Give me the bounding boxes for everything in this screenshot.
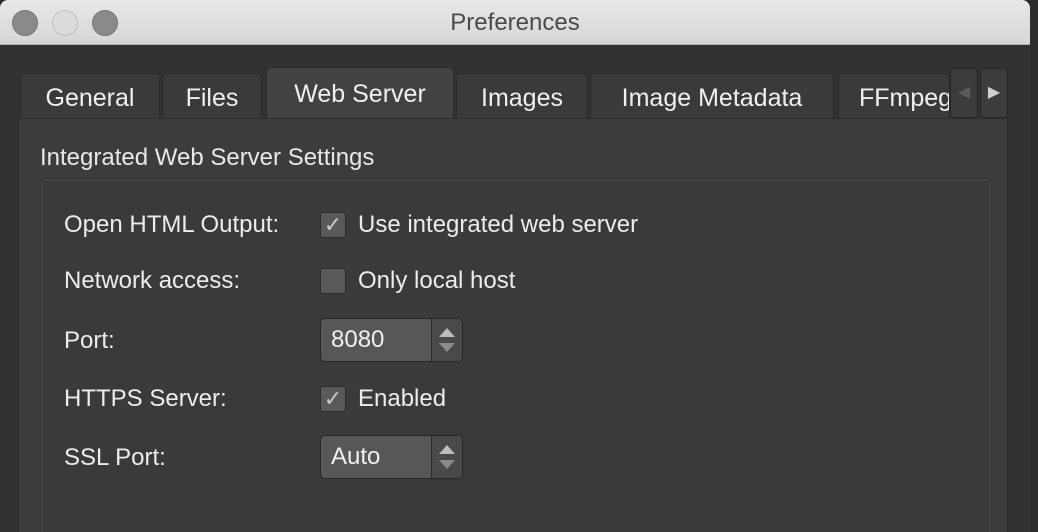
https-server-label: HTTPS Server: <box>64 385 227 412</box>
tab-ffmpeg[interactable]: FFmpeg <box>838 73 950 118</box>
arrow-down-icon[interactable] <box>439 343 455 352</box>
port-label: Port: <box>64 327 115 354</box>
tab-web-server[interactable]: Web Server <box>266 67 454 118</box>
only-local-host-checkbox[interactable] <box>320 268 346 294</box>
arrow-up-icon[interactable] <box>439 328 455 337</box>
use-integrated-server-checkbox[interactable]: ✓ <box>320 212 346 238</box>
tab-general[interactable]: General <box>20 73 160 118</box>
chevron-right-icon: ▶ <box>987 84 1001 101</box>
port-spinbox[interactable]: 8080 <box>320 318 463 362</box>
arrow-down-icon[interactable] <box>439 460 455 469</box>
open-html-label: Open HTML Output: <box>64 211 280 238</box>
checkmark-icon: ✓ <box>323 386 343 411</box>
arrow-up-icon[interactable] <box>439 445 455 454</box>
window-title: Preferences <box>450 9 580 36</box>
group-title: Integrated Web Server Settings <box>40 144 375 171</box>
https-enabled-label[interactable]: Enabled <box>358 385 446 413</box>
checkmark-icon: ✓ <box>323 212 343 237</box>
port-stepper[interactable] <box>431 319 462 361</box>
background-window-edge <box>1030 0 1038 532</box>
tab-images[interactable]: Images <box>456 73 588 118</box>
preferences-window: Preferences General Files Web Server Ima… <box>0 0 1030 532</box>
tab-image-metadata[interactable]: Image Metadata <box>590 73 834 118</box>
network-access-label: Network access: <box>64 267 241 294</box>
use-integrated-server-label[interactable]: Use integrated web server <box>358 211 638 239</box>
tab-scroll-right-button[interactable]: ▶ <box>980 68 1008 118</box>
tab-files[interactable]: Files <box>162 73 262 118</box>
ssl-port-value[interactable]: Auto <box>331 443 380 471</box>
title-bar: Preferences <box>0 0 1030 45</box>
tab-scroll-left-button[interactable]: ◀ <box>950 68 978 118</box>
ssl-port-spinbox[interactable]: Auto <box>320 435 463 479</box>
ssl-port-stepper[interactable] <box>431 436 462 478</box>
chevron-left-icon: ◀ <box>957 84 971 101</box>
port-value[interactable]: 8080 <box>331 326 384 354</box>
ssl-port-label: SSL Port: <box>64 444 166 471</box>
only-local-host-label[interactable]: Only local host <box>358 267 515 295</box>
https-enabled-checkbox[interactable]: ✓ <box>320 386 346 412</box>
